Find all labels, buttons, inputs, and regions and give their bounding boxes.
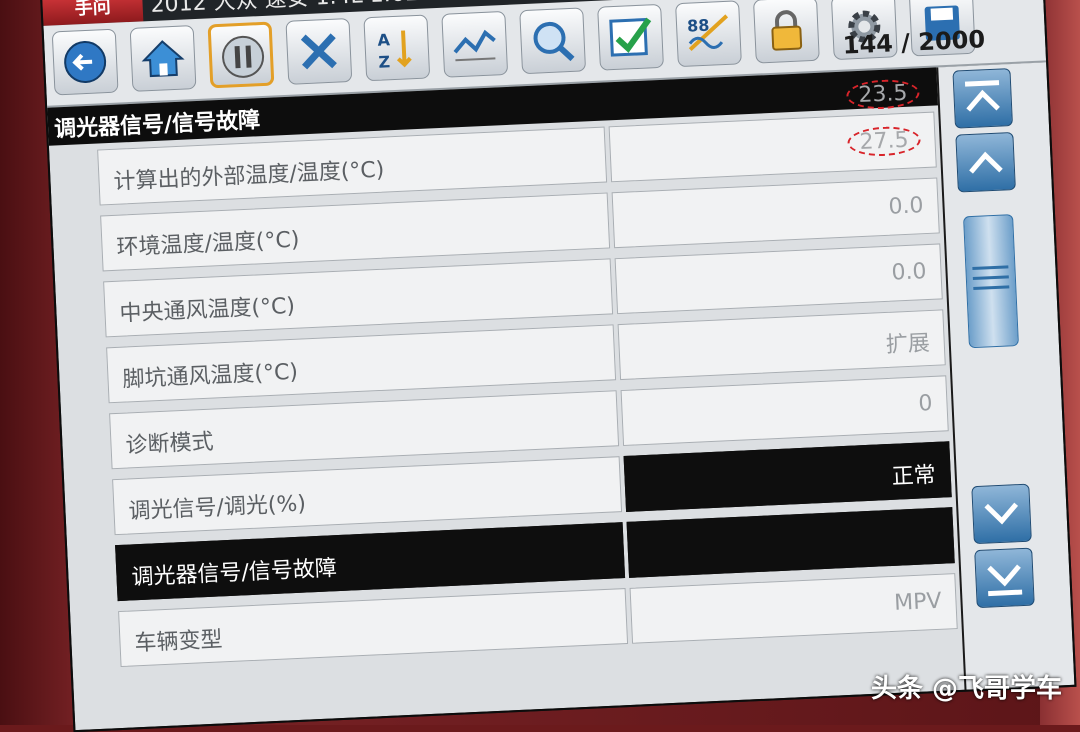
scroll-thumb[interactable]: [963, 214, 1019, 349]
pause-icon: [222, 35, 265, 78]
lock-icon: [771, 10, 803, 51]
sort-az-icon: A Z: [377, 30, 412, 72]
list-item-value: 扩展: [617, 309, 946, 381]
home-icon: [141, 40, 185, 78]
svg-text:A: A: [377, 30, 391, 50]
back-button[interactable]: [51, 28, 119, 96]
list-item-value: [626, 507, 955, 578]
list-item-value: 0.0: [611, 177, 940, 249]
list-item-value: 0: [620, 375, 949, 447]
check-button[interactable]: [597, 3, 664, 71]
thumb-grip: [973, 285, 1010, 290]
record-button[interactable]: 88: [675, 0, 742, 68]
chevron-down-icon: [984, 502, 1019, 525]
graph-icon: [453, 29, 496, 62]
double-chevron-down-icon: [987, 564, 1023, 597]
graph-button[interactable]: [441, 10, 509, 78]
close-button[interactable]: [285, 17, 353, 85]
list-item-value: 0.0: [614, 243, 943, 315]
chevron-up-icon: [969, 151, 1003, 174]
watermark: 头条 @飞哥学车: [870, 674, 1062, 704]
close-icon: [300, 33, 337, 70]
double-chevron-up-icon: [964, 80, 1000, 112]
list-item-value: 正常: [623, 441, 952, 512]
lock-button[interactable]: [752, 0, 820, 64]
record-counter: 144 / 2000: [842, 25, 986, 60]
back-arrow-icon: [64, 41, 107, 84]
zoom-icon: [533, 21, 575, 62]
highlighted-value: 27.5: [846, 125, 922, 158]
list-item-value: MPV: [629, 573, 958, 644]
check-icon: [609, 17, 652, 57]
scroll-down-button[interactable]: [971, 483, 1032, 545]
thumb-grip: [972, 275, 1009, 280]
svg-text:Z: Z: [378, 52, 390, 72]
sort-button[interactable]: A Z: [363, 14, 431, 82]
pause-button[interactable]: [207, 21, 275, 89]
scroll-up-button[interactable]: [955, 131, 1016, 193]
highlighted-value: 23.5: [845, 78, 921, 111]
scroll-top-button[interactable]: [952, 68, 1013, 129]
scroll-bottom-button[interactable]: [974, 547, 1035, 609]
record-icon: 88: [687, 14, 729, 52]
scanner-screen: 手问 2012 大众 速安 1.4L 1.6L: [40, 0, 1077, 732]
home-button[interactable]: [129, 25, 197, 92]
data-list: 调光器信号/信号故障 23.5 计算出的外部温度/温度(°C) 27.5 环境温…: [47, 67, 965, 731]
thumb-grip: [972, 265, 1009, 270]
zoom-button[interactable]: [519, 7, 587, 75]
